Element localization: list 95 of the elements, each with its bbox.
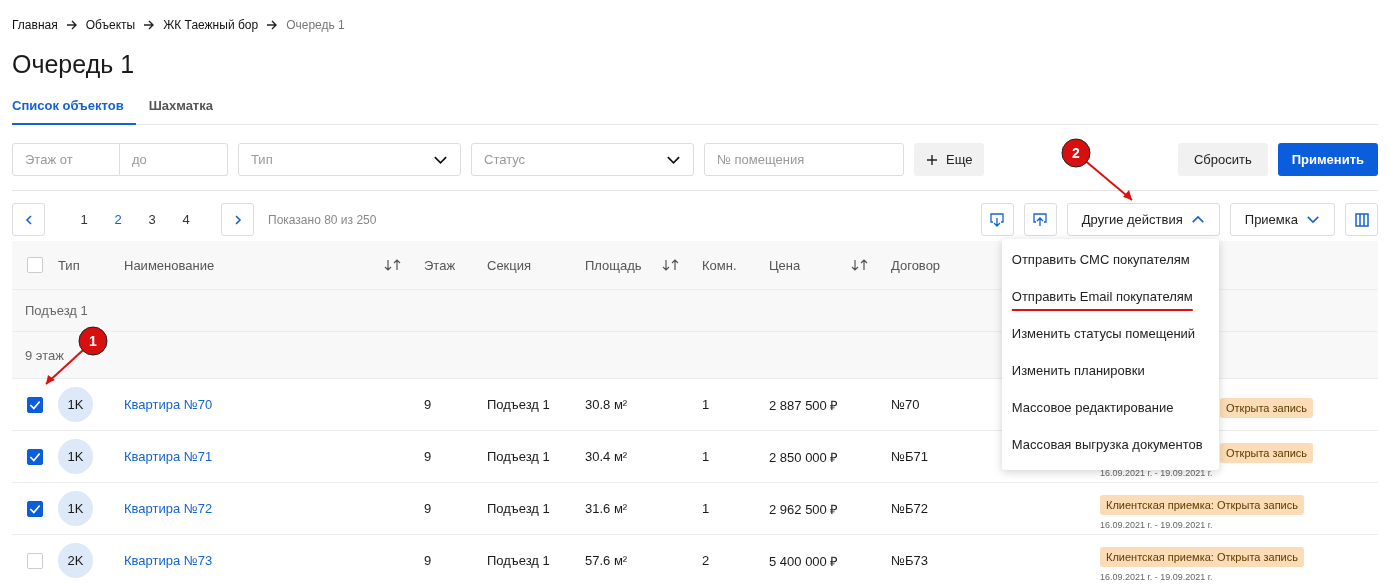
column-header[interactable]: Площадь	[585, 257, 702, 273]
table-cell: 31.6 м²	[585, 501, 628, 516]
apply-button[interactable]: Применить	[1277, 143, 1378, 176]
group-label: Подъезд 1	[25, 303, 88, 318]
tab[interactable]: Список объектов	[12, 94, 136, 125]
table-cell: Подъезд 1	[487, 501, 550, 516]
group-label: 9 этаж	[25, 347, 64, 363]
table-cell: 9	[424, 397, 432, 412]
menu-item[interactable]: Массовое редактирование	[1001, 390, 1219, 427]
row-checkbox[interactable]	[27, 448, 43, 465]
table-cell: 30.4 м²	[585, 449, 628, 464]
type-badge: 2K	[58, 543, 93, 578]
status-badge: Открыта запись	[1220, 398, 1313, 418]
tab[interactable]: Шахматка	[148, 94, 225, 125]
table-cell: 9	[424, 501, 432, 516]
acceptance-dropdown[interactable]: Приемка	[1229, 203, 1335, 236]
table-cell: 1	[702, 397, 710, 412]
column-header[interactable]: Тип	[58, 257, 124, 273]
arrow-right-icon	[65, 20, 78, 30]
caret-icon	[1306, 215, 1320, 224]
menu-item[interactable]: Отправить Email покупателям	[1001, 279, 1219, 316]
chevron-left-icon	[23, 213, 34, 226]
column-header[interactable]: Этаж	[424, 257, 487, 273]
sort-icon[interactable]	[384, 259, 402, 271]
chevron-down-icon	[433, 154, 448, 165]
status-badge: Клиентская приемка: Открыта запись	[1100, 494, 1304, 515]
reset-button[interactable]: Сбросить	[1177, 143, 1268, 176]
results-count: Показано 80 из 250	[268, 212, 377, 227]
arrow-right-icon	[143, 20, 156, 30]
table-cell-text: 5 400 000 ₽	[769, 552, 839, 570]
arrow-right-icon	[266, 20, 279, 30]
columns-icon[interactable]	[1345, 203, 1378, 236]
table-cell: Подъезд 1	[487, 553, 550, 568]
type-badge: 1K	[58, 387, 93, 422]
apartment-link[interactable]: Квартира №70	[124, 397, 213, 412]
breadcrumb-link[interactable]: ЖК Таежный бор	[163, 18, 259, 32]
sort-icon[interactable]	[662, 259, 680, 271]
breadcrumb-link[interactable]: Объекты	[85, 18, 136, 32]
caret-icon	[1190, 215, 1205, 224]
chevron-down-icon	[666, 154, 681, 165]
column-header[interactable]: Цена	[769, 257, 891, 273]
apartment-link[interactable]: Квартира №71	[124, 449, 213, 464]
column-header[interactable]: Комн.	[702, 257, 769, 273]
table-cell: 57.6 м²	[585, 553, 628, 568]
table-cell: 1	[702, 449, 710, 464]
apartment-link[interactable]: Квартира №73	[124, 553, 213, 568]
chevron-right-icon	[232, 213, 243, 226]
row-checkbox[interactable]	[27, 396, 43, 413]
table-cell: Подъезд 1	[487, 449, 550, 464]
page-number[interactable]: 4	[169, 212, 203, 227]
date-range: 16.09.2021 г. - 19.09.2021 г.	[1100, 467, 1213, 478]
menu-item[interactable]: Отправить СМС покупателям	[1001, 242, 1219, 279]
room-number-field[interactable]: № помещения	[704, 143, 904, 176]
apartment-link[interactable]: Квартира №72	[124, 501, 213, 516]
floor-from-field[interactable]: Этаж от	[12, 143, 120, 176]
page-number[interactable]: 2	[101, 212, 135, 227]
date-range: 16.09.2021 г. - 19.09.2021 г.	[1100, 519, 1213, 530]
table-cell: №Б71	[891, 449, 928, 464]
table-cell-text: 2 962 500 ₽	[769, 500, 839, 518]
table-cell-text: 2 887 500 ₽	[769, 396, 839, 414]
column-header[interactable]: Наименование	[124, 257, 424, 273]
row-checkbox[interactable]	[27, 500, 43, 517]
column-header[interactable]: Секция	[487, 257, 585, 273]
table-cell-text: 2 850 000 ₽	[769, 448, 839, 466]
breadcrumb-link[interactable]: Главная	[12, 18, 58, 32]
menu-item[interactable]: Изменить планировки	[1001, 353, 1219, 390]
table-cell: №70	[891, 397, 920, 412]
page-title: Очередь 1	[11, 49, 136, 80]
plus-icon	[926, 153, 938, 166]
download-icon[interactable]	[980, 203, 1014, 236]
more-filters-button[interactable]: Еще	[914, 143, 985, 176]
page-number[interactable]: 1	[67, 212, 101, 227]
status-badge: Открыта запись	[1220, 442, 1313, 463]
table-cell: Подъезд 1	[487, 397, 550, 412]
menu-item[interactable]: Массовая выгрузка документов	[1001, 427, 1219, 464]
sort-icon[interactable]	[851, 259, 869, 271]
table-cell: №Б73	[891, 553, 928, 568]
select-all-checkbox[interactable]	[27, 257, 43, 273]
page-number[interactable]: 3	[135, 212, 169, 227]
table-cell: №Б72	[891, 501, 928, 516]
table-cell: 1	[702, 501, 710, 516]
column-header[interactable]: Договор	[891, 257, 941, 273]
other-actions-dropdown[interactable]: Другие действия	[1066, 203, 1220, 236]
type-badge: 1K	[58, 439, 93, 474]
type-badge: 1K	[58, 491, 93, 526]
floor-to-field[interactable]: до	[120, 143, 228, 176]
date-range: 16.09.2021 г. - 19.09.2021 г.	[1100, 571, 1213, 582]
upload-icon[interactable]	[1023, 203, 1057, 236]
table-cell: 9	[424, 553, 432, 568]
breadcrumb-link[interactable]: Очередь 1	[286, 18, 345, 32]
table-cell: 2	[702, 553, 710, 568]
table-cell: 9	[424, 449, 432, 464]
status-badge: Клиентская приемка: Открыта запись	[1100, 546, 1304, 567]
menu-item[interactable]: Изменить статусы помещений	[1001, 316, 1219, 353]
table-cell: 30.8 м²	[585, 397, 628, 412]
